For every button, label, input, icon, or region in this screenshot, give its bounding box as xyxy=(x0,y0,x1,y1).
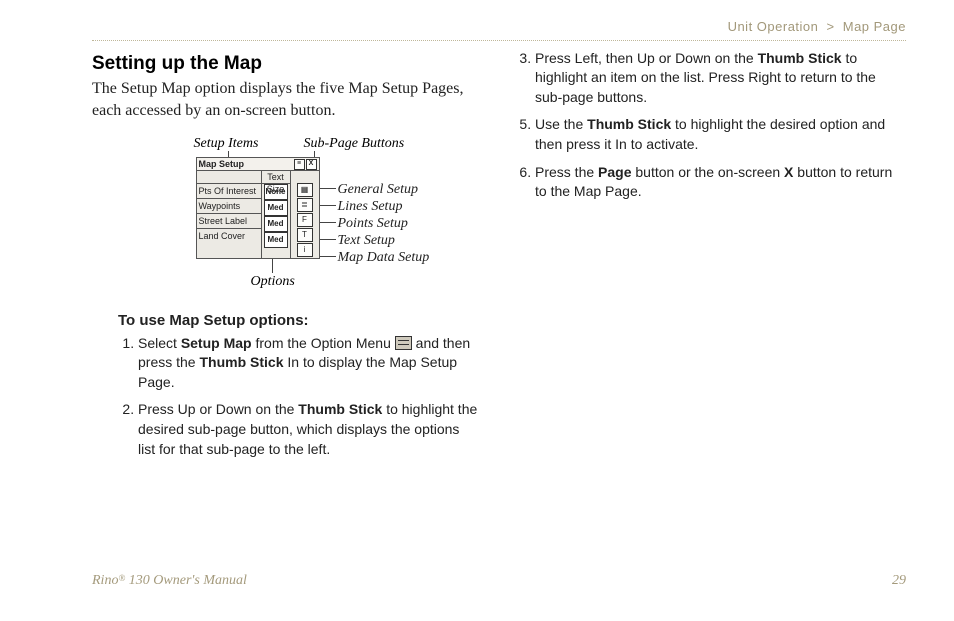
callout-general-setup: General Setup xyxy=(338,181,430,198)
option-menu-icon xyxy=(395,336,412,350)
leader-line xyxy=(318,256,336,257)
setup-callouts: General Setup Lines Setup Points Setup T… xyxy=(338,181,430,266)
device-col-header: Text Size xyxy=(262,171,290,184)
footer-page-number: 29 xyxy=(892,572,906,591)
device-row-label: Pts Of Interest xyxy=(197,185,261,197)
page-footer: Rino® 130 Owner's Manual 29 xyxy=(92,572,906,591)
breadcrumb-section: Unit Operation xyxy=(728,19,819,34)
step-3: Press Left, then Up or Down on the Thumb… xyxy=(535,49,902,108)
leader-line xyxy=(318,239,336,240)
step-bold: Page xyxy=(598,164,631,180)
device-row-label: Street Label xyxy=(197,215,261,227)
step-text: Press the xyxy=(535,164,598,180)
step-6: Press the Page button or the on-screen X… xyxy=(535,163,902,202)
callout-lines-setup: Lines Setup xyxy=(338,198,430,215)
callout-map-data-setup: Map Data Setup xyxy=(338,249,430,266)
step-bold: Thumb Stick xyxy=(758,50,842,66)
device-menu-icon: ≡ xyxy=(294,159,305,170)
step-bold: Thumb Stick xyxy=(199,354,283,370)
step-2: Press Up or Down on the Thumb Stick to h… xyxy=(138,400,479,459)
steps-list-right: Press Left, then Up or Down on the Thumb… xyxy=(515,49,906,202)
step-text: Select xyxy=(138,335,181,351)
intro-paragraph: The Setup Map option displays the five M… xyxy=(92,78,483,121)
device-row-label: Waypoints xyxy=(197,200,261,212)
subpage-button: i xyxy=(297,243,313,257)
step-bold: X xyxy=(784,164,793,180)
step-bold: Thumb Stick xyxy=(587,116,671,132)
subpage-button: T xyxy=(297,228,313,242)
breadcrumb: Unit Operation > Map Page xyxy=(92,18,906,36)
step-text: button or the on-screen xyxy=(632,164,785,180)
leader-line xyxy=(318,205,336,206)
subpage-button: F xyxy=(297,213,313,227)
device-value: None xyxy=(264,184,288,200)
step-text: Press Up or Down on the xyxy=(138,401,298,417)
step-text: from the Option Menu xyxy=(252,335,395,351)
subpage-button: ≣ xyxy=(297,198,313,212)
device-value: Med xyxy=(264,232,288,248)
header-rule xyxy=(92,40,906,41)
step-bold: Thumb Stick xyxy=(298,401,382,417)
device-row-label: Land Cover xyxy=(197,230,261,242)
step-1: Select Setup Map from the Option Menu an… xyxy=(138,334,479,393)
section-title: Setting up the Map xyxy=(92,51,483,77)
leader-line xyxy=(318,222,336,223)
steps-list-left: Select Setup Map from the Option Menu an… xyxy=(118,334,483,460)
leader-line xyxy=(318,188,336,189)
caption-setup-items: Setup Items xyxy=(194,135,259,154)
footer-product-name: Rino xyxy=(92,573,118,588)
callout-text-setup: Text Setup xyxy=(338,232,430,249)
step-bold: Setup Map xyxy=(181,335,252,351)
footer-product-suffix: 130 Owner's Manual xyxy=(125,573,247,588)
steps-heading: To use Map Setup options: xyxy=(118,311,483,331)
device-title: Map Setup xyxy=(199,158,293,170)
map-setup-figure: Setup Items Sub-Page Buttons Options Map… xyxy=(118,135,458,295)
callout-points-setup: Points Setup xyxy=(338,215,430,232)
caption-options: Options xyxy=(251,273,295,292)
step-text: Use the xyxy=(535,116,587,132)
device-value: Med xyxy=(264,200,288,216)
device-value: Med xyxy=(264,216,288,232)
device-close-icon: X xyxy=(306,159,317,170)
step-text: Press Left, then Up or Down on the xyxy=(535,50,758,66)
breadcrumb-page: Map Page xyxy=(843,19,906,34)
subpage-button: ▦ xyxy=(297,183,313,197)
caption-subpage-buttons: Sub-Page Buttons xyxy=(304,135,405,154)
device-screenshot: Map Setup ≡ X Pts Of Interest Waypoints … xyxy=(196,157,320,259)
footer-product: Rino® 130 Owner's Manual xyxy=(92,572,247,591)
step-5: Use the Thumb Stick to highlight the des… xyxy=(535,115,902,154)
breadcrumb-sep: > xyxy=(827,19,835,34)
